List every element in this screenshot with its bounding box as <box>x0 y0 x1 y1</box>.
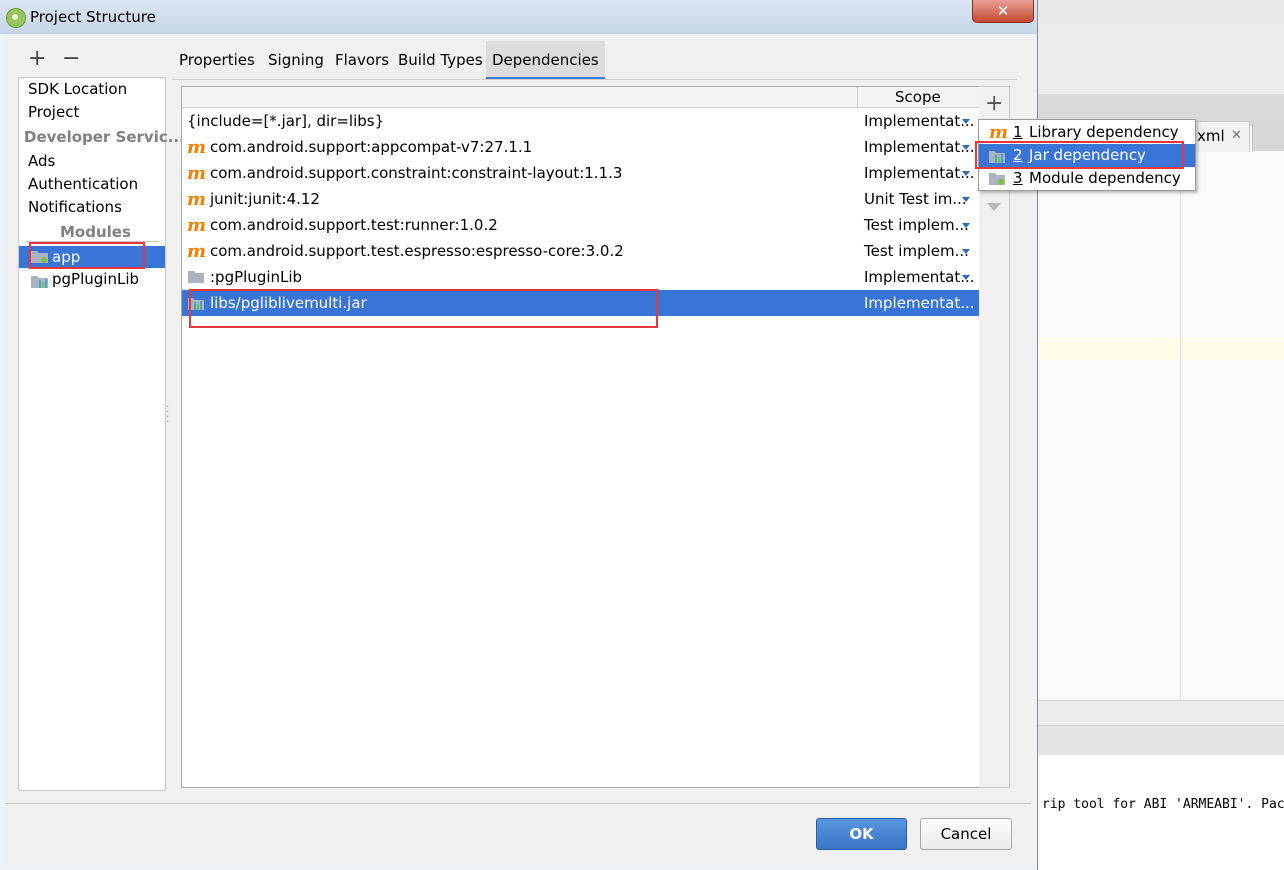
tabs-underline <box>172 79 1017 80</box>
scope-dropdown-arrow-icon[interactable] <box>962 275 970 280</box>
table-header: Scope <box>182 87 979 108</box>
table-row[interactable]: m com.android.support.test:runner:1.0.2 … <box>182 212 979 238</box>
editor-tab-label: xml <box>1197 127 1225 145</box>
dependency-scope: Test implem... <box>864 216 969 234</box>
table-row[interactable]: m com.android.support.test.espresso:espr… <box>182 238 979 264</box>
background-panel-toolbar <box>1038 725 1284 756</box>
tab-signing[interactable]: Signing <box>262 41 330 79</box>
dependency-name: com.android.support:appcompat-v7:27.1.1 <box>210 138 533 156</box>
tab-flavors[interactable]: Flavors <box>329 41 395 79</box>
scope-dropdown-arrow-icon[interactable] <box>962 249 970 254</box>
nav-item-sdk-location[interactable]: SDK Location <box>28 80 127 98</box>
dependencies-side-toolbar: + <box>979 86 1010 788</box>
cancel-button[interactable]: Cancel <box>920 818 1012 850</box>
scope-dropdown-arrow-icon[interactable] <box>962 145 970 150</box>
add-module-button[interactable]: + <box>28 48 48 70</box>
module-folder-icon <box>989 173 1005 185</box>
dependency-scope: Test implem... <box>864 242 969 260</box>
highlight-box-jar-row <box>189 289 658 328</box>
maven-icon: m <box>187 241 207 262</box>
menu-item-label: Library dependency <box>1029 123 1179 141</box>
nav-item-ads[interactable]: Ads <box>28 152 55 170</box>
console-output-line: rip tool for ABI 'ARMEABI'. Pac <box>1042 797 1284 812</box>
table-row[interactable]: :pgPluginLib Implementat... <box>182 264 979 290</box>
maven-icon: m <box>187 189 207 210</box>
highlight-box-app <box>29 242 145 269</box>
footer-divider <box>5 803 1031 804</box>
dependency-name: {include=[*.jar], dir=libs} <box>187 112 385 130</box>
dependencies-table: Scope {include=[*.jar], dir=libs} Implem… <box>181 86 980 788</box>
table-row[interactable]: m com.android.support.constraint:constra… <box>182 160 979 186</box>
menu-item-label: Module dependency <box>1029 169 1181 187</box>
column-separator[interactable] <box>857 87 858 107</box>
ok-button[interactable]: OK <box>816 818 907 850</box>
nav-item-authentication[interactable]: Authentication <box>28 175 138 193</box>
nav-item-module-pgpluginlib[interactable]: pgPluginLib <box>52 270 139 288</box>
nav-section-modules: Modules <box>57 223 134 241</box>
dependency-scope: Implementat... <box>864 268 975 286</box>
scope-dropdown-arrow-icon[interactable] <box>962 119 970 124</box>
nav-section-developer-services: Developer Servic... <box>24 128 185 146</box>
remove-module-button[interactable]: − <box>62 48 82 70</box>
splitter-handle[interactable]: · · · · <box>166 403 170 428</box>
dependency-name: :pgPluginLib <box>210 268 303 286</box>
dialog-title: Project Structure <box>30 8 156 26</box>
maven-icon: m <box>187 137 207 158</box>
dependency-name: com.android.support.constraint:constrain… <box>210 164 623 182</box>
close-icon[interactable]: ✕ <box>1231 128 1242 143</box>
background-editor <box>1038 126 1284 700</box>
tab-properties[interactable]: Properties <box>173 41 261 79</box>
dependency-scope: Implementat... <box>864 164 975 182</box>
folder-icon <box>188 271 204 283</box>
settings-nav-list: SDK Location Project Developer Servic...… <box>18 77 185 791</box>
background-editor-margin <box>1180 126 1181 700</box>
move-down-icon[interactable] <box>987 203 1001 211</box>
background-panel-header <box>1038 700 1284 726</box>
background-editor-tab-next[interactable] <box>1252 124 1284 151</box>
menu-item-module-dependency[interactable]: 3 Module dependency <box>979 167 1195 190</box>
background-editor-tab[interactable]: xml ✕ <box>1190 121 1250 152</box>
background-console <box>1038 755 1284 870</box>
dependency-name: com.android.support.test.espresso:espres… <box>210 242 624 260</box>
dependency-name: com.android.support.test:runner:1.0.2 <box>210 216 498 234</box>
scope-dropdown-arrow-icon[interactable] <box>962 197 970 202</box>
dependency-scope: Unit Test im... <box>864 190 967 208</box>
dependency-scope: Implementat... <box>864 294 975 312</box>
tab-build-types[interactable]: Build Types <box>392 41 489 79</box>
background-editor-current-line <box>1038 338 1284 360</box>
table-row[interactable]: m com.android.support:appcompat-v7:27.1.… <box>182 134 979 160</box>
maven-icon: m <box>187 163 207 184</box>
dependency-name: junit:junit:4.12 <box>210 190 320 208</box>
maven-icon: m <box>989 122 1009 143</box>
nav-item-notifications[interactable]: Notifications <box>28 198 122 216</box>
library-module-icon <box>31 276 48 288</box>
tab-dependencies[interactable]: Dependencies <box>486 41 605 79</box>
background-toolbar <box>1038 24 1284 95</box>
highlight-box-jar-menu-item <box>975 141 1184 169</box>
close-button[interactable]: ✕ <box>972 0 1034 23</box>
maven-icon: m <box>187 215 207 236</box>
add-dependency-button[interactable]: + <box>985 93 1003 115</box>
table-row[interactable]: m junit:junit:4.12 Unit Test im... <box>182 186 979 212</box>
menu-item-number: 1 <box>1013 123 1023 141</box>
android-studio-icon <box>6 8 26 28</box>
scope-dropdown-arrow-icon[interactable] <box>962 171 970 176</box>
table-row[interactable]: {include=[*.jar], dir=libs} Implementat.… <box>182 108 979 134</box>
scope-dropdown-arrow-icon[interactable] <box>962 223 970 228</box>
menu-item-number: 3 <box>1013 169 1023 187</box>
nav-item-project[interactable]: Project <box>28 103 79 121</box>
dependency-scope: Implementat... <box>864 138 975 156</box>
dependency-scope: Implementat... <box>864 112 975 130</box>
scope-column-header[interactable]: Scope <box>895 88 941 106</box>
